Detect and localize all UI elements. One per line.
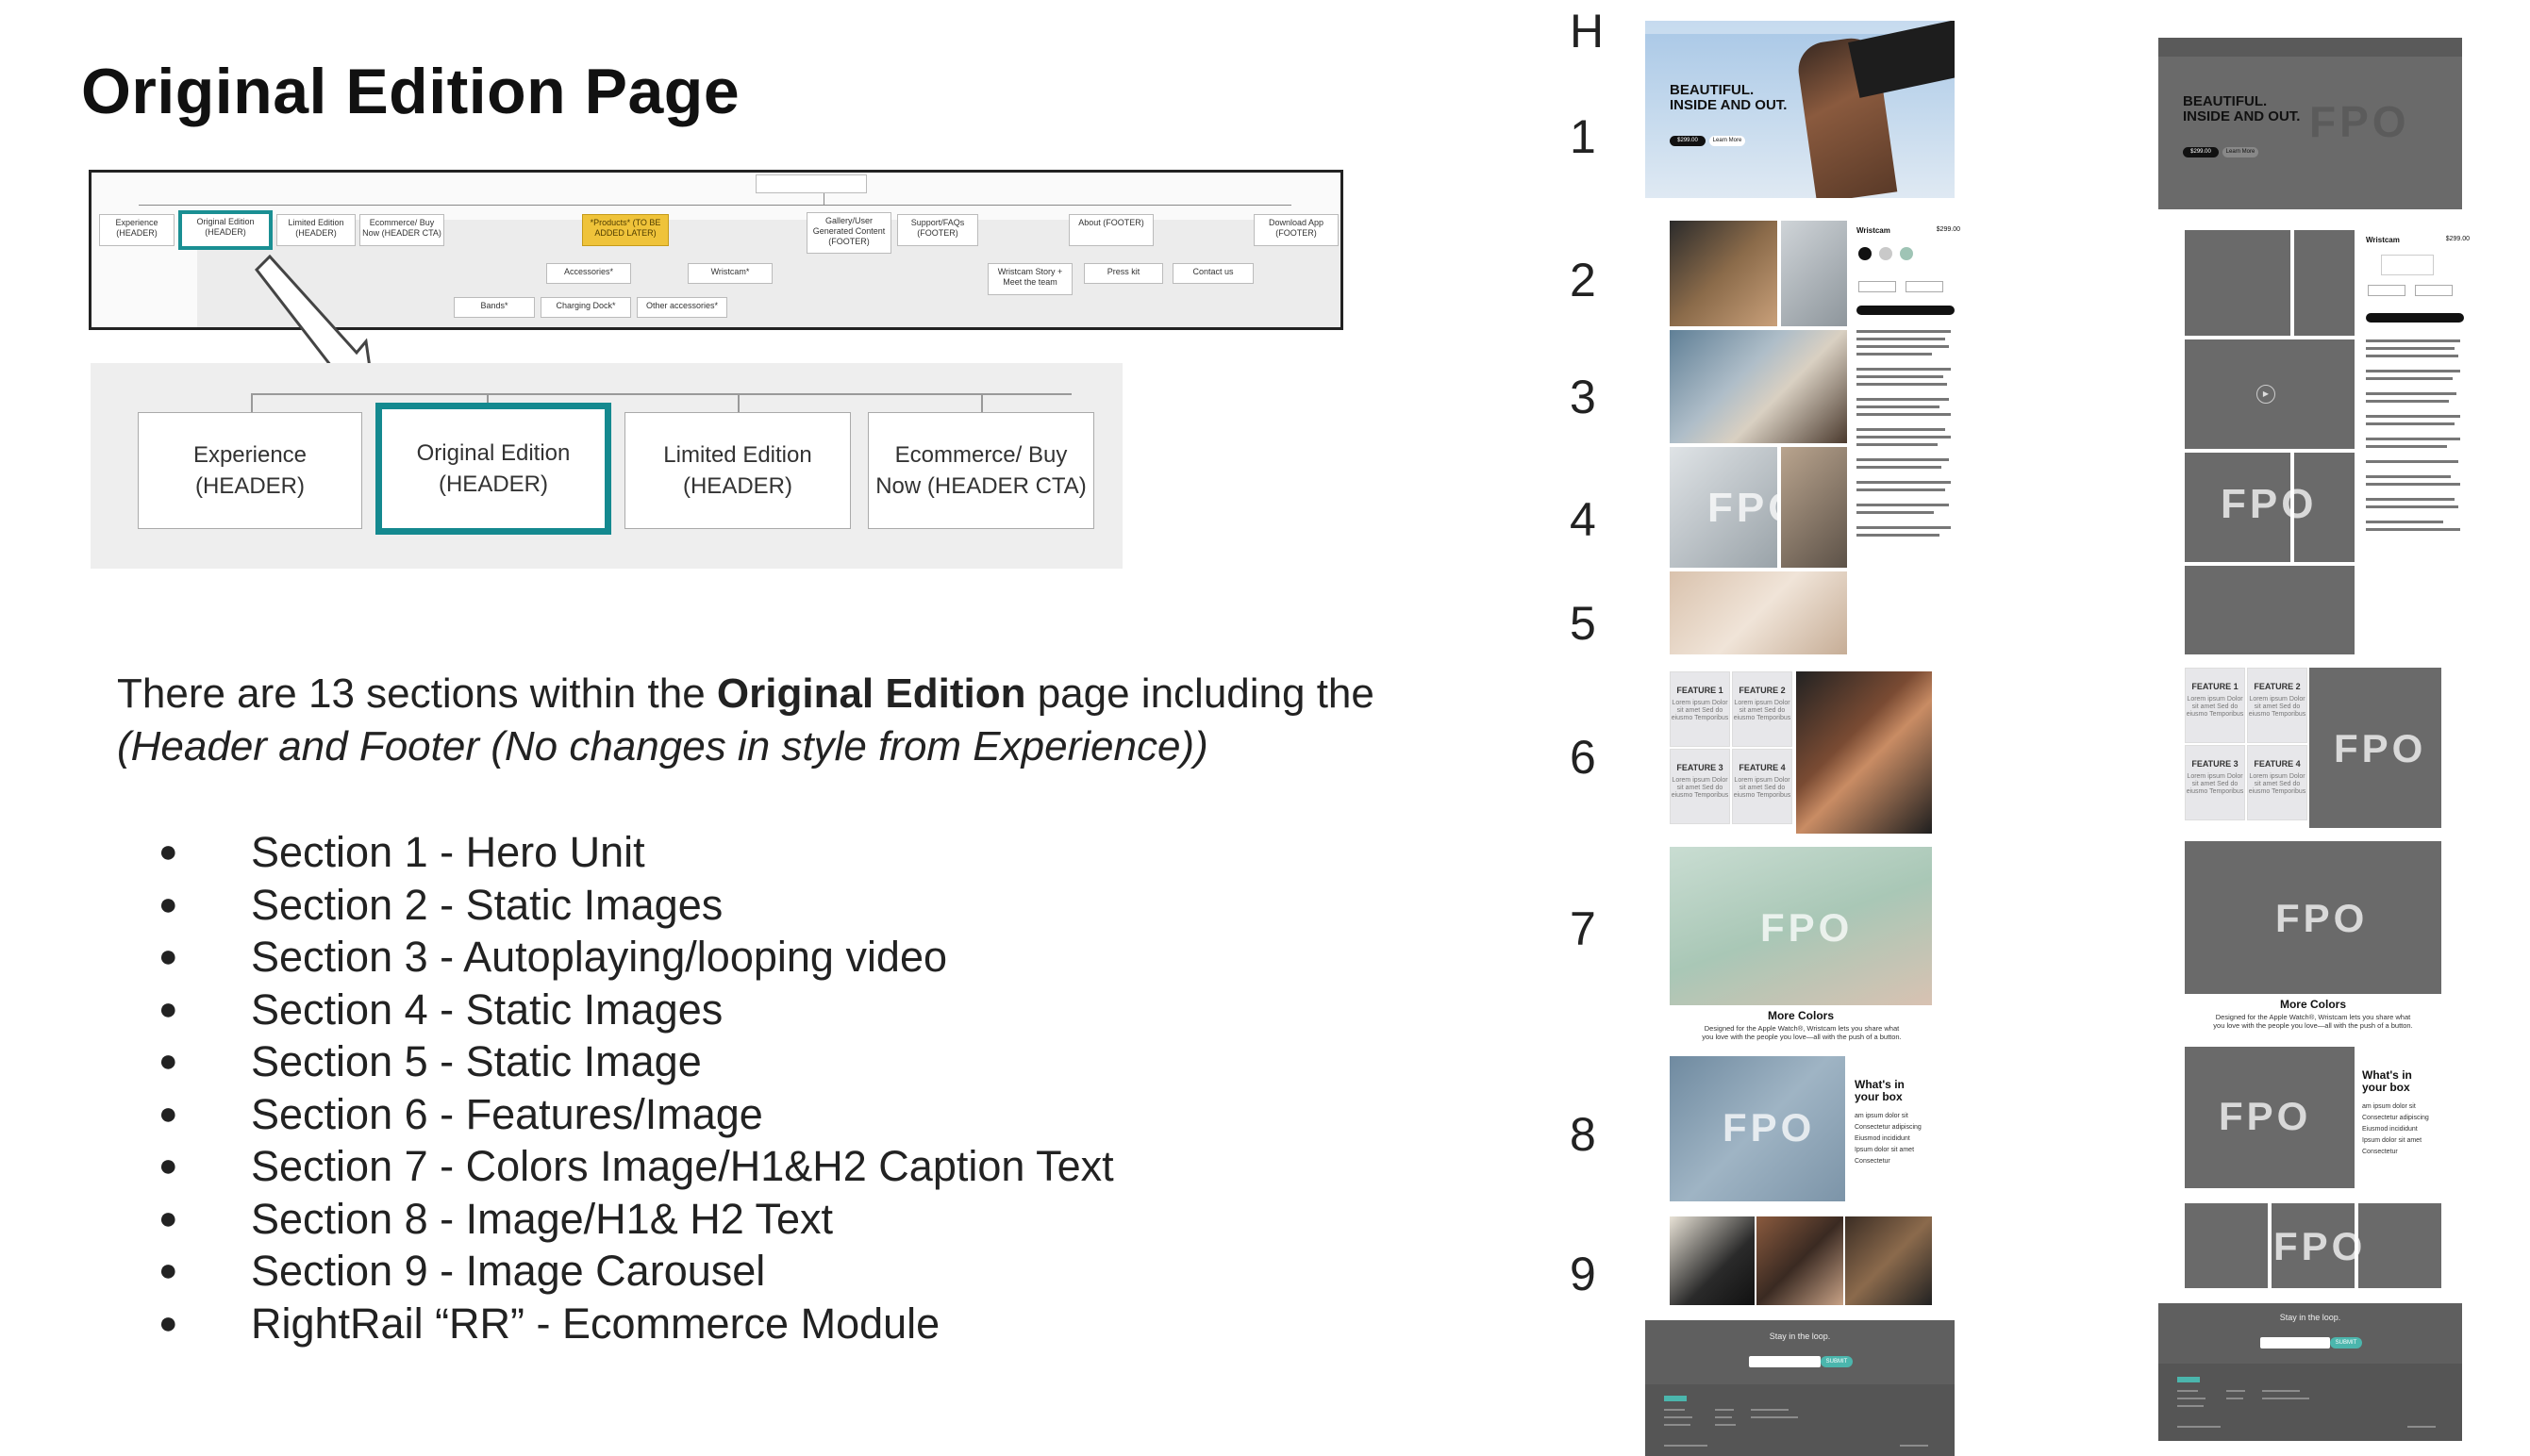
list-item: ● Section 9 - Image Carousel — [158, 1247, 766, 1295]
sections-list: ● Section 1 - Hero Unit ● Section 2 - Stat… — [158, 826, 1114, 1349]
right-rail-ecommerce-module-fpo: Wristcam $299.00 — [2366, 236, 2470, 547]
sitemap-download: Download App (FOOTER) — [1254, 214, 1339, 246]
intro-paragraph: There are 13 sections within the Origina… — [117, 670, 1374, 769]
list-item: ● RightRail “RR” - Ecommerce Module — [158, 1299, 940, 1348]
feature-card: FEATURE 1 Lorem ipsum Dolor sit amet Sed … — [2185, 668, 2245, 743]
row-label-1: 1 — [1570, 110, 1596, 163]
feature-card: FEATURE 3 Lorem ipsum Dolor sit amet Sed … — [1670, 749, 1730, 824]
section3-video — [1670, 330, 1847, 443]
zoomed-sitemap: Experience (HEADER) Original Edition (HEAD… — [91, 363, 1123, 569]
section8-image-fpo: FPO — [2185, 1047, 2355, 1188]
sitemap-about: About (FOOTER) — [1069, 214, 1154, 246]
feature-card: FEATURE 3 Lorem ipsum Dolor sit amet Sed … — [2185, 745, 2245, 820]
list-item: ● Section 3 - Autoplaying/looping video — [158, 933, 948, 981]
section6-image — [1796, 671, 1932, 834]
sitemap-ecommerce: Ecommerce/ Buy Now (HEADER CTA) — [359, 214, 444, 246]
submit-button[interactable]: SUBMIT — [2330, 1337, 2362, 1348]
page-title: Original Edition Page — [81, 56, 741, 127]
footer-photo: Stay in the loop. SUBMIT — [1645, 1320, 1955, 1456]
sitemap-support: Support/FAQs (FOOTER) — [897, 214, 978, 246]
sitemap-contact: Contact us — [1173, 263, 1254, 284]
list-item: ● Section 6 - Features/Image — [158, 1089, 763, 1138]
sitemap-story: Wristcam Story + Meet the team — [988, 263, 1073, 295]
list-item: ● Section 5 - Static Image — [158, 1037, 702, 1085]
section4-image-2 — [1781, 447, 1847, 568]
feature-card: FEATURE 4 Lorem ipsum Dolor sit amet Sed … — [1732, 749, 1792, 824]
hero-image-photo: BEAUTIFUL. INSIDE AND OUT. $299.00 Learn… — [1645, 21, 1955, 198]
zoom-box-limited-edition: Limited Edition (HEADER) — [624, 412, 851, 529]
more-colors-subtitle-fpo: Designed for the Apple Watch®, Wristcam … — [2213, 1013, 2413, 1030]
section2-image-2 — [1781, 221, 1847, 326]
list-item: ● Section 2 - Static Images — [158, 880, 724, 929]
section6-image-fpo: FPO — [2309, 668, 2441, 828]
sections-2-5-fpo: ▶ FPO — [2185, 230, 2355, 654]
play-icon[interactable]: ▶ — [2256, 385, 2275, 404]
zoom-box-ecommerce: Ecommerce/ Buy Now (HEADER CTA) — [868, 412, 1094, 529]
sitemap-limited-edition: Limited Edition (HEADER) — [276, 214, 356, 246]
sitemap-wristcam: Wristcam* — [688, 263, 773, 284]
carousel-fpo: FPO — [2185, 1203, 2441, 1288]
add-to-cart-button[interactable] — [2366, 313, 2464, 323]
feature-card: FEATURE 2 Lorem ipsum Dolor sit amet Sed … — [1732, 671, 1792, 747]
hero-image-fpo: BEAUTIFUL. INSIDE AND OUT. $299.00 Learn… — [2158, 38, 2462, 209]
carousel-image — [1670, 1216, 1755, 1305]
row-label-h: H — [1570, 5, 1605, 58]
row-label-5: 5 — [1570, 597, 1596, 650]
row-label-2: 2 — [1570, 254, 1596, 306]
sitemap-press: Press kit — [1084, 263, 1163, 284]
more-colors-title: More Colors — [1767, 1009, 1834, 1022]
section5-image — [1670, 571, 1847, 654]
sitemap-experience: Experience (HEADER) — [99, 214, 175, 246]
right-rail-ecommerce-module: Wristcam $299.00 — [1856, 226, 1960, 556]
sitemap-original-edition: Original Edition (HEADER) — [178, 210, 273, 250]
sitemap-bands: Bands* — [454, 297, 535, 318]
section7-colors-image-fpo: FPO — [2185, 841, 2441, 994]
footer-fpo: Stay in the loop. SUBMIT — [2158, 1303, 2462, 1441]
sitemap-charging: Charging Dock* — [541, 297, 631, 318]
sitemap-accessories: Accessories* — [546, 263, 631, 284]
section7-colors-image: FPO — [1670, 847, 1932, 1005]
feature-card: FEATURE 1 Lorem ipsum Dolor sit amet Sed … — [1670, 671, 1730, 747]
section2-image-1 — [1670, 221, 1777, 326]
row-label-3: 3 — [1570, 371, 1596, 423]
zoom-box-experience: Experience (HEADER) — [138, 412, 362, 529]
newsletter-input[interactable] — [1749, 1356, 1821, 1367]
feature-card: FEATURE 4 Lorem ipsum Dolor sit amet Sed … — [2247, 745, 2307, 820]
more-colors-subtitle: Designed for the Apple Watch®, Wristcam … — [1702, 1024, 1902, 1041]
row-label-7: 7 — [1570, 902, 1596, 955]
sitemap-gallery: Gallery/User Generated Content (FOOTER) — [807, 212, 891, 254]
list-item: ● Section 1 - Hero Unit — [158, 828, 645, 876]
row-label-4: 4 — [1570, 493, 1596, 546]
row-label-9: 9 — [1570, 1248, 1596, 1300]
sitemap-root — [756, 174, 867, 193]
section8-image: FPO — [1670, 1056, 1845, 1201]
sitemap-products: *Products* (TO BE ADDED LATER) — [582, 214, 669, 246]
more-colors-title-fpo: More Colors — [2279, 998, 2346, 1011]
carousel-image — [1756, 1216, 1843, 1305]
row-label-8: 8 — [1570, 1108, 1596, 1161]
newsletter-input[interactable] — [2260, 1337, 2330, 1348]
feature-card: FEATURE 2 Lorem ipsum Dolor sit amet Sed … — [2247, 668, 2307, 743]
submit-button[interactable]: SUBMIT — [1821, 1356, 1853, 1367]
list-item: ● Section 8 - Image/H1& H2 Text — [158, 1194, 833, 1243]
list-item: ● Section 7 - Colors Image/H1&H2 Caption … — [158, 1142, 1114, 1190]
zoom-box-original-edition: Original Edition (HEADER) — [375, 403, 611, 535]
add-to-cart-button[interactable] — [1856, 306, 1955, 315]
carousel-image — [1845, 1216, 1932, 1305]
section4-image-1: FPO — [1670, 447, 1777, 568]
sitemap-other: Other accessories* — [637, 297, 727, 318]
row-label-6: 6 — [1570, 731, 1596, 784]
list-item: ● Section 4 - Static Images — [158, 984, 724, 1034]
